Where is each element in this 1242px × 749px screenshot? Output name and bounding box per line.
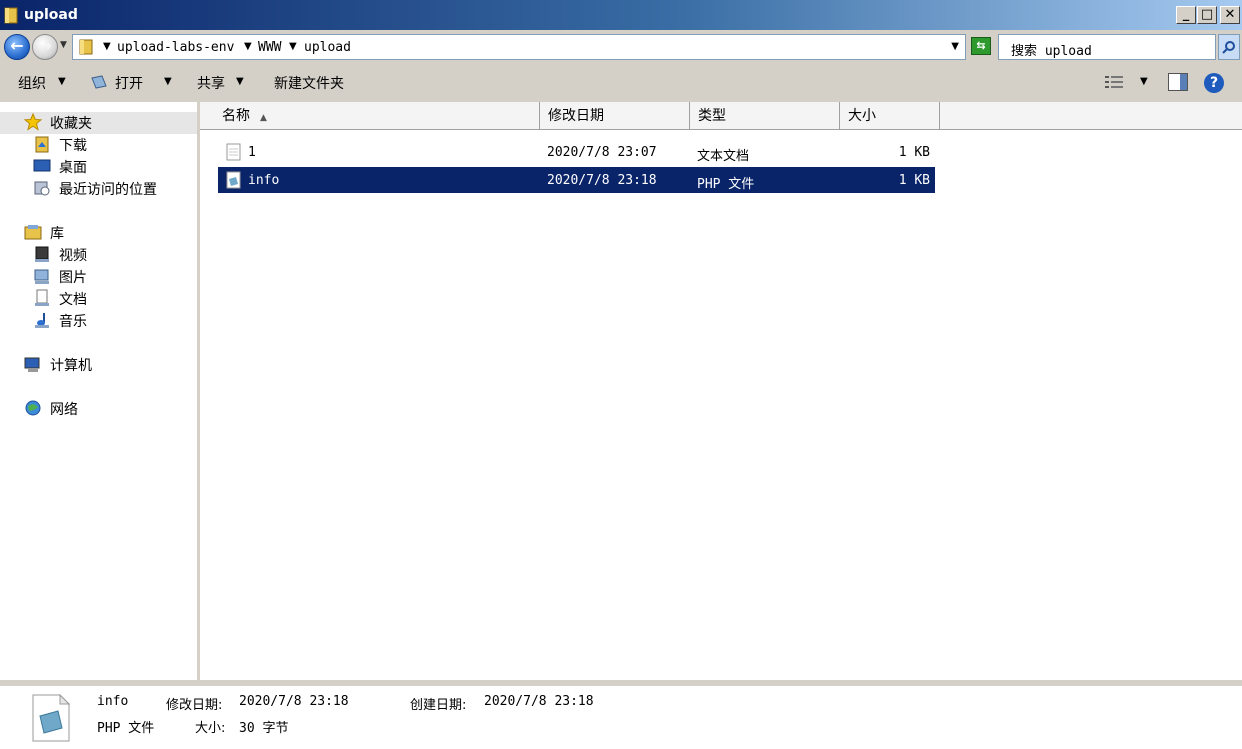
details-file-name: info: [97, 694, 129, 709]
preview-pane-icon[interactable]: [1168, 73, 1188, 91]
folder-icon: [4, 7, 18, 24]
back-arrow-icon: ←: [10, 36, 24, 55]
share-dropdown-icon[interactable]: ▼: [236, 76, 244, 87]
open-dropdown-icon[interactable]: ▼: [164, 76, 172, 87]
computer-icon: [24, 357, 40, 372]
column-header: 名称 ▲ 修改日期 类型 大小: [200, 102, 1242, 130]
search-button[interactable]: [1218, 34, 1240, 60]
file-modified: 2020/7/8 23:18: [547, 173, 657, 188]
search-icon: [1222, 41, 1235, 54]
breadcrumb-www[interactable]: WWW: [258, 40, 281, 55]
breadcrumb-arrow-icon[interactable]: ▼: [289, 41, 297, 52]
php-file-icon: [226, 171, 241, 189]
details-size-value: 30 字节: [239, 721, 289, 736]
file-list: 名称 ▲ 修改日期 类型 大小 1 2020/7/8 23:07 文本文档 1 K…: [200, 102, 1242, 680]
recent-places-icon: [34, 181, 50, 196]
address-dropdown-icon[interactable]: ▼: [951, 41, 959, 52]
minimize-button[interactable]: _: [1176, 6, 1196, 24]
documents-icon: [35, 289, 49, 306]
file-name: info: [248, 173, 280, 188]
file-type: PHP 文件: [697, 177, 755, 192]
organize-button[interactable]: 组织: [18, 73, 46, 93]
videos-icon: [35, 246, 49, 262]
address-field[interactable]: ▼ upload-labs-env ▼ WWW ▼ upload ▼: [72, 34, 966, 60]
forward-arrow-icon: →: [38, 36, 52, 55]
libraries-icon: [24, 225, 42, 240]
breadcrumb-arrow-icon[interactable]: ▼: [103, 41, 111, 52]
open-icon: [91, 75, 107, 89]
details-file-type: PHP 文件: [97, 721, 155, 736]
share-button[interactable]: 共享: [197, 73, 225, 93]
help-icon[interactable]: ?: [1204, 73, 1224, 93]
search-placeholder: 搜索 upload: [1011, 44, 1092, 59]
breadcrumb-upload[interactable]: upload: [304, 40, 351, 55]
view-details-icon[interactable]: [1104, 74, 1124, 90]
file-row-info[interactable]: info 2020/7/8 23:18 PHP 文件 1 KB: [218, 167, 935, 193]
address-bar: ← → ▼ ▼ upload-labs-env ▼ WWW ▼ upload ▼…: [0, 30, 1242, 62]
desktop-icon: [33, 159, 51, 172]
text-file-icon: [226, 143, 241, 161]
title-bar[interactable]: upload _ □ ✕: [0, 0, 1242, 30]
close-button[interactable]: ✕: [1220, 6, 1240, 24]
details-pane: info 修改日期: 2020/7/8 23:18 创建日期: 2020/7/8…: [0, 680, 1242, 749]
sort-ascending-icon: ▲: [260, 113, 267, 123]
refresh-icon: ⇆: [976, 39, 986, 52]
file-row-1[interactable]: 1 2020/7/8 23:07 文本文档 1 KB: [218, 139, 935, 165]
column-modified[interactable]: 修改日期: [540, 102, 690, 130]
column-size[interactable]: 大小: [840, 102, 940, 130]
new-folder-button[interactable]: 新建文件夹: [274, 73, 344, 93]
column-name[interactable]: 名称 ▲: [200, 102, 540, 130]
organize-dropdown-icon[interactable]: ▼: [58, 76, 66, 87]
navigation-pane: 收藏夹 下载 桌面 最近访问的位置 库 视频 图片 文档 音乐 计算机 网络: [0, 102, 197, 680]
view-dropdown-icon[interactable]: ▼: [1140, 76, 1148, 87]
php-file-large-icon: [32, 694, 70, 742]
breadcrumb-upload-labs-env[interactable]: upload-labs-env: [117, 40, 234, 55]
details-size-label: 大小:: [195, 721, 226, 736]
details-modified-value: 2020/7/8 23:18: [239, 694, 349, 709]
history-dropdown-icon[interactable]: ▼: [60, 40, 67, 50]
open-button[interactable]: 打开: [115, 73, 143, 93]
file-size: 1 KB: [898, 173, 930, 188]
search-input[interactable]: 搜索 upload: [998, 34, 1216, 60]
network-icon: [25, 400, 41, 416]
star-icon: [24, 113, 42, 131]
file-size: 1 KB: [898, 145, 930, 160]
details-modified-label: 修改日期:: [166, 698, 223, 713]
back-button[interactable]: ←: [4, 34, 30, 60]
details-created-label: 创建日期:: [410, 698, 467, 713]
command-toolbar: 组织 ▼ 打开 ▼ 共享 ▼ 新建文件夹 ▼ ?: [0, 62, 1242, 102]
music-icon: [35, 313, 49, 328]
pictures-icon: [34, 269, 49, 284]
maximize-button[interactable]: □: [1197, 6, 1217, 24]
breadcrumb-arrow-icon[interactable]: ▼: [244, 41, 252, 52]
file-type: 文本文档: [697, 149, 750, 164]
window-title: upload: [24, 7, 78, 23]
folder-icon: [79, 39, 93, 55]
file-name: 1: [248, 145, 256, 160]
file-modified: 2020/7/8 23:07: [547, 145, 657, 160]
forward-button[interactable]: →: [32, 34, 58, 60]
downloads-folder-icon: [35, 136, 49, 153]
refresh-button[interactable]: ⇆: [971, 37, 991, 55]
column-type[interactable]: 类型: [690, 102, 840, 130]
details-created-value: 2020/7/8 23:18: [484, 694, 594, 709]
